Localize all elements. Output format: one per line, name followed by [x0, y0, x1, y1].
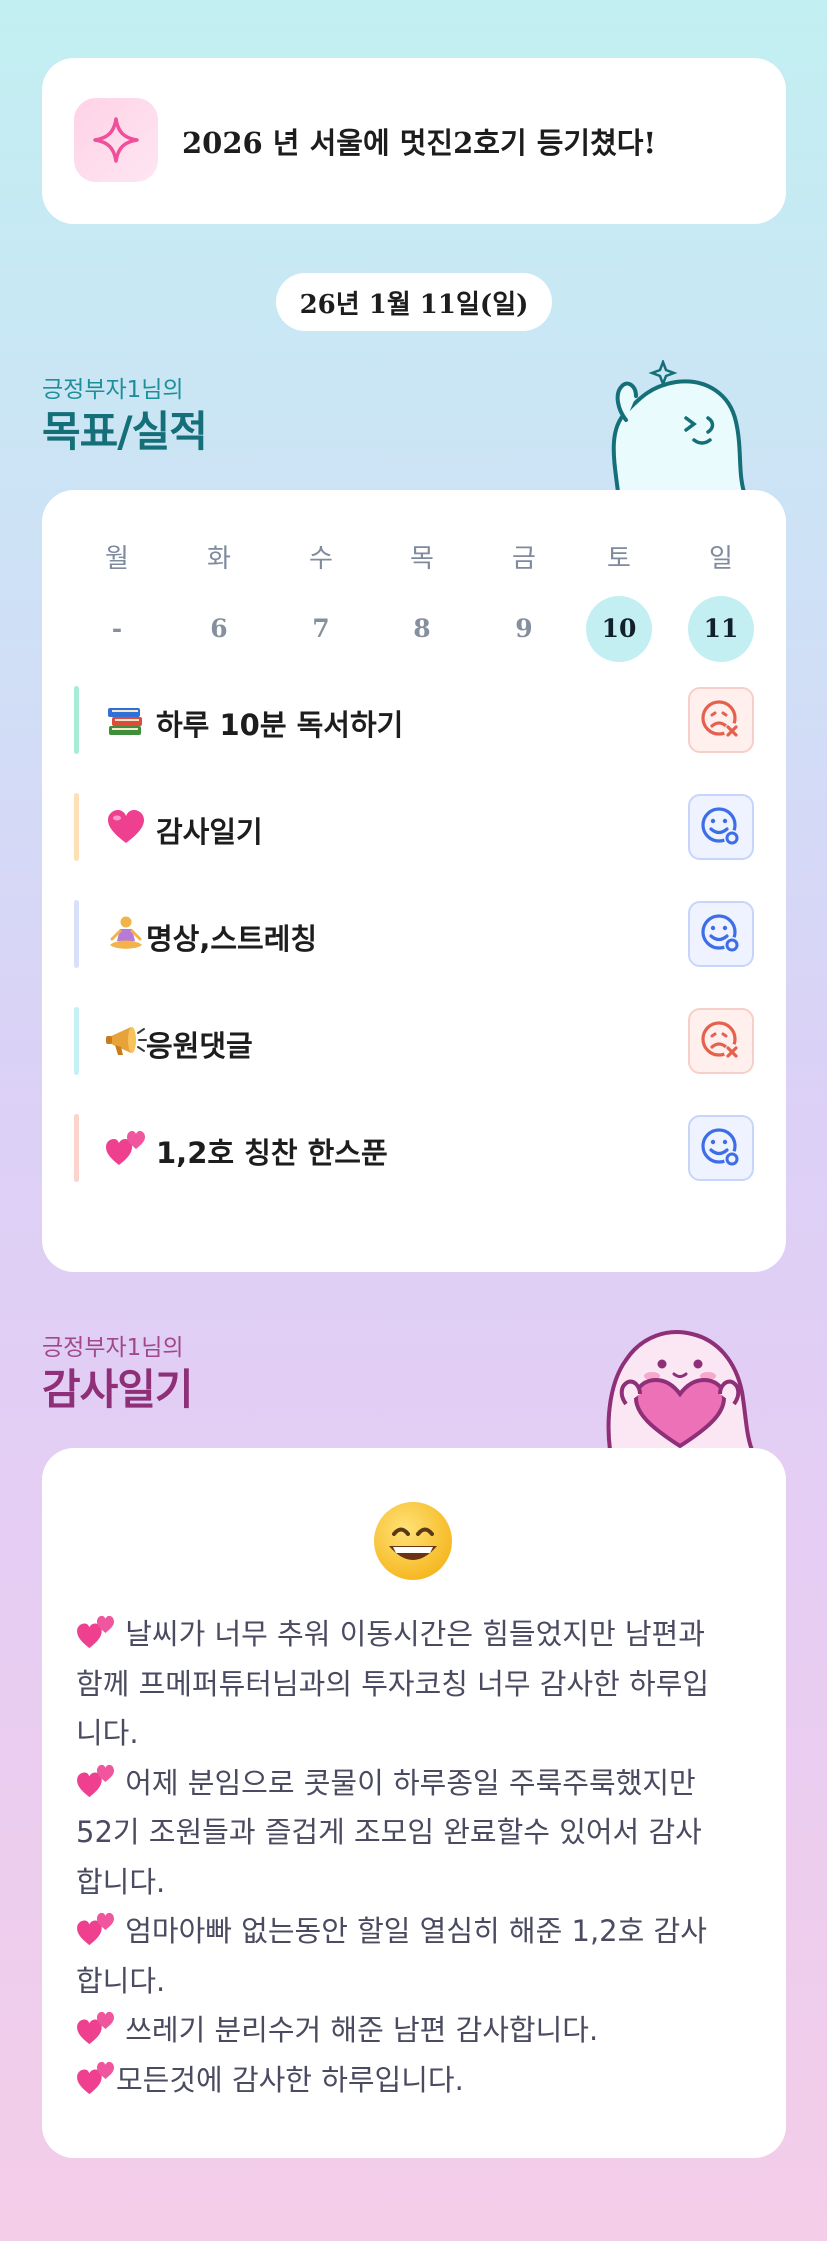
status-not-done-icon[interactable]	[688, 687, 754, 753]
status-done-icon[interactable]	[688, 901, 754, 967]
day-label-sun: 일	[709, 544, 733, 574]
two-hearts-icon	[77, 2011, 114, 2045]
habits-card: 월 화 수 목 금 토 일 - 6 7 8 9 10 11 하루 10분 독서하…	[42, 490, 786, 1272]
diary-title: 감사일기	[42, 1365, 194, 1414]
diary-line: 쓰레기 분리수거 해준 남편 감사합니다.	[76, 2006, 766, 2056]
day-num-fri[interactable]: 9	[491, 596, 557, 662]
diary-line: 엄마아빠 없는동안 할일 열심히 해준 1,2호 감사	[76, 1907, 766, 1957]
day-label-sat: 토	[607, 544, 631, 574]
goal-card: 2026 년 서울에 멋진2호기 등기쳤다!	[42, 58, 786, 224]
day-num-tue[interactable]: 6	[186, 596, 252, 662]
two-hearts-icon	[77, 1912, 114, 1946]
day-num-wed[interactable]: 7	[288, 596, 354, 662]
status-not-done-icon[interactable]	[688, 1008, 754, 1074]
habit-color-bar	[74, 686, 79, 754]
day-label-fri: 금	[512, 544, 536, 574]
day-label-tue: 화	[207, 544, 231, 574]
habit-item-praise[interactable]: 1,2호 칭찬 한스푼	[74, 1114, 754, 1182]
habit-item-diary[interactable]: 감사일기	[74, 793, 754, 861]
diary-line: 합니다.	[76, 1963, 166, 1998]
habit-label: 응원댓글	[146, 1029, 253, 1063]
diary-line: 52기 조원들과 즐겁게 조모임 완료할수 있어서 감사	[76, 1815, 702, 1849]
habits-title: 목표/실적	[42, 407, 208, 456]
day-num-sun[interactable]: 11	[688, 596, 754, 662]
goal-text: 2026 년 서울에 멋진2호기 등기쳤다!	[182, 126, 657, 160]
diary-line: 어제 분임으로 콧물이 하루종일 주룩주룩했지만	[76, 1759, 766, 1809]
diary-line: 합니다.	[76, 1864, 166, 1899]
habit-color-bar	[74, 1114, 79, 1182]
day-label-wed: 수	[309, 544, 333, 574]
status-done-icon[interactable]	[688, 794, 754, 860]
habit-item-reading[interactable]: 하루 10분 독서하기	[74, 686, 754, 754]
mascot-heart-icon	[606, 1330, 755, 1450]
status-done-icon[interactable]	[688, 1115, 754, 1181]
two-hearts-icon	[77, 1615, 114, 1649]
habit-item-meditation[interactable]: 명상,스트레칭	[74, 900, 754, 968]
grinning-face-icon	[374, 1502, 452, 1580]
habit-label: 감사일기	[156, 815, 263, 849]
habit-label: 하루 10분 독서하기	[156, 708, 404, 742]
pink-heart-icon	[104, 807, 148, 847]
two-hearts-icon	[77, 2061, 114, 2094]
meditation-icon	[104, 914, 148, 954]
diary-card: 날씨가 너무 추워 이동시간은 힘들었지만 남편과함께 프메퍼튜터님과의 투자코…	[42, 1448, 786, 2158]
two-hearts-icon	[77, 1764, 114, 1797]
megaphone-icon	[104, 1021, 148, 1061]
diary-line: 날씨가 너무 추워 이동시간은 힘들었지만 남편과	[76, 1610, 766, 1660]
day-num-thu[interactable]: 8	[389, 596, 455, 662]
sparkle-icon	[74, 98, 158, 182]
day-label-thu: 목	[410, 544, 434, 574]
books-icon	[104, 700, 148, 740]
day-num-sat[interactable]: 10	[586, 596, 652, 662]
diary-line: 함께 프메퍼튜터님과의 투자코칭 너무 감사한 하루입	[76, 1666, 710, 1701]
diary-line: 니다.	[76, 1716, 139, 1750]
diary-line: 모든것에 감사한 하루입니다.	[76, 2056, 766, 2106]
diary-text: 날씨가 너무 추워 이동시간은 힘들었지만 남편과함께 프메퍼튜터님과의 투자코…	[76, 1610, 766, 2105]
habit-color-bar	[74, 1007, 79, 1075]
habit-item-cheer-comment[interactable]: 응원댓글	[74, 1007, 754, 1075]
habit-color-bar	[74, 793, 79, 861]
habit-color-bar	[74, 900, 79, 968]
day-num-mon[interactable]: -	[84, 596, 150, 662]
habit-label: 명상,스트레칭	[146, 922, 318, 956]
date-pill[interactable]: 26년 1월 11일(일)	[276, 273, 552, 331]
mascot-waving-icon	[611, 360, 747, 492]
day-label-mon: 월	[105, 544, 129, 574]
two-hearts-icon	[104, 1128, 148, 1168]
habit-label: 1,2호 칭찬 한스푼	[156, 1136, 388, 1170]
